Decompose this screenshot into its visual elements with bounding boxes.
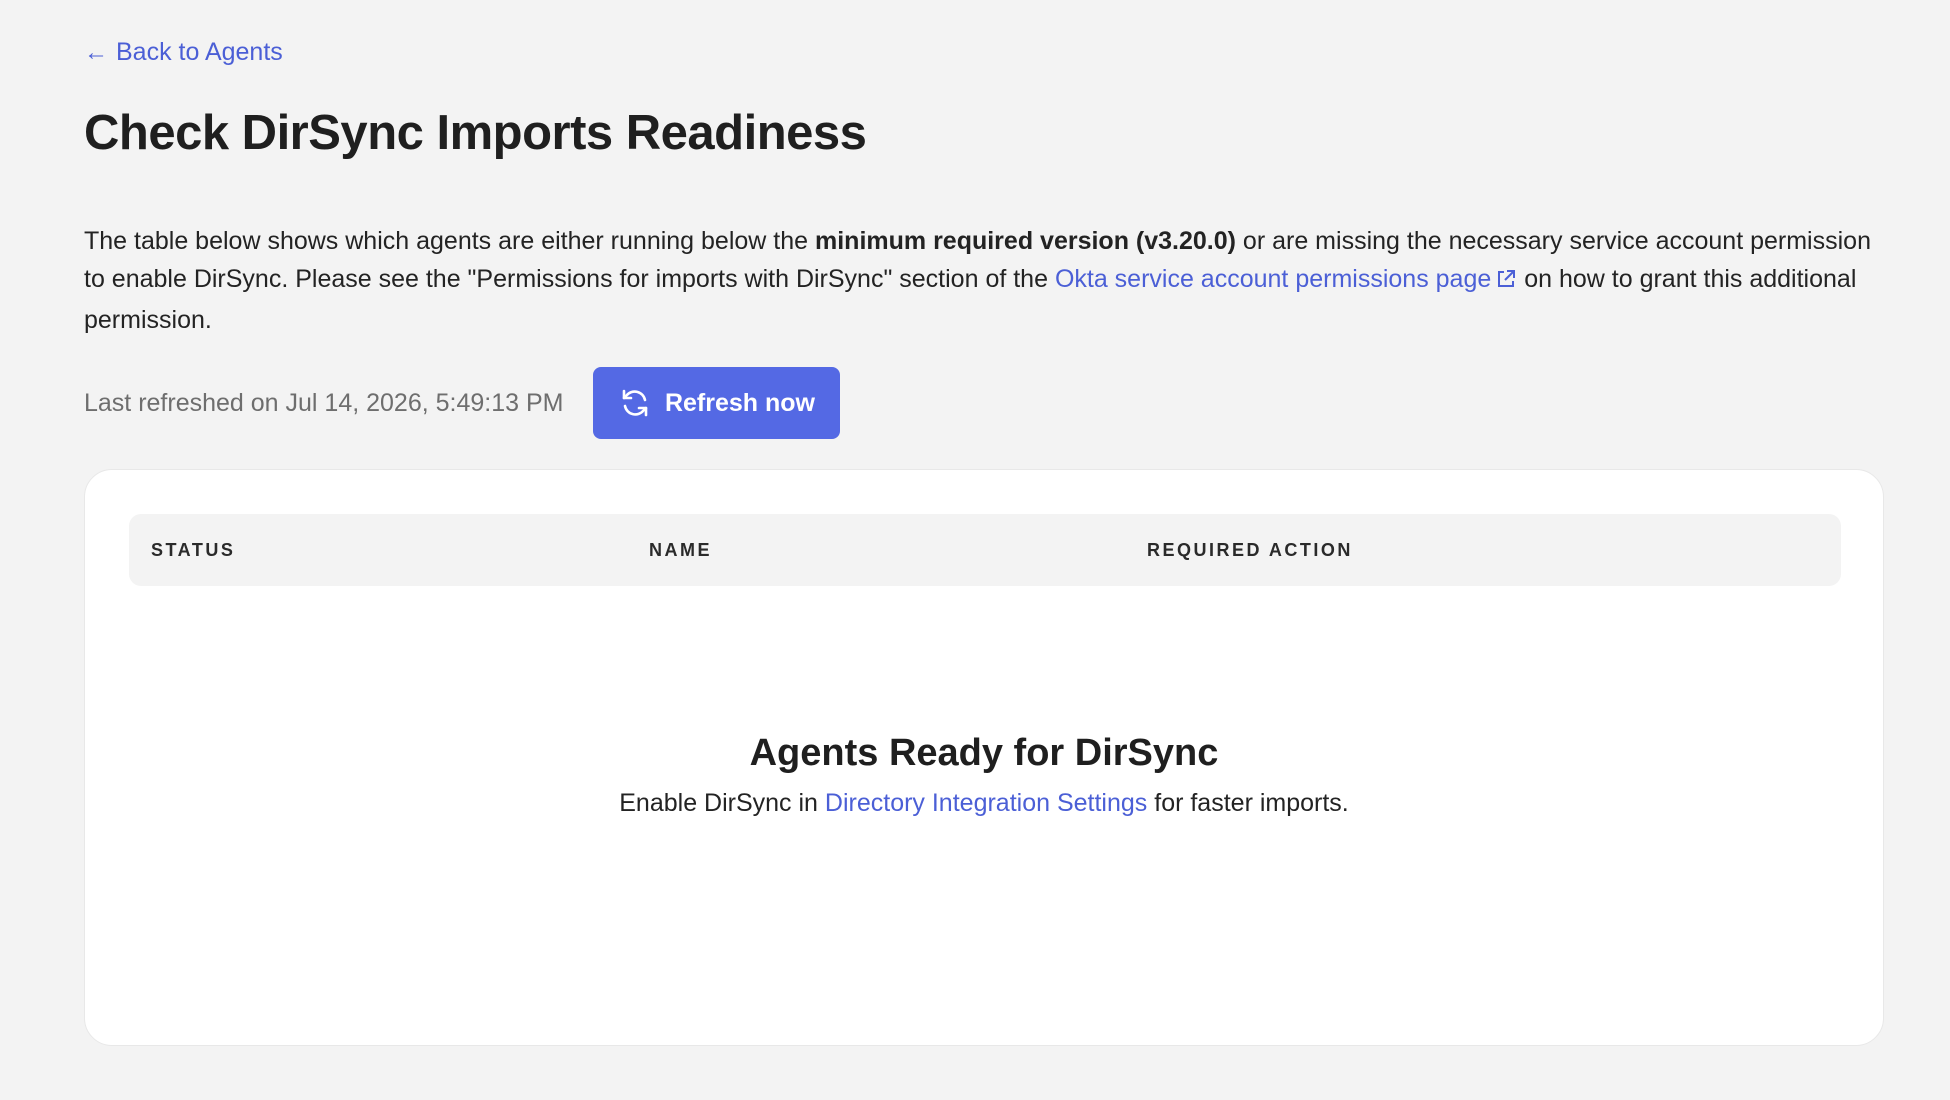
last-refreshed-text: Last refreshed on Jul 14, 2026, 5:49:13 … xyxy=(84,388,564,417)
refresh-now-button[interactable]: Refresh now xyxy=(593,367,841,439)
refresh-now-label: Refresh now xyxy=(664,388,815,417)
empty-state-text: Enable DirSync in Directory Integration … xyxy=(85,789,1883,818)
okta-permissions-link[interactable]: Okta service account permissions page xyxy=(1055,265,1517,293)
arrow-left-icon: ← xyxy=(84,38,108,66)
description-intro: The table below shows which agents are e… xyxy=(84,227,815,255)
empty-state-text-before: Enable DirSync in xyxy=(619,789,825,817)
column-header-status[interactable]: STATUS xyxy=(151,514,235,586)
okta-permissions-link-label: Okta service account permissions page xyxy=(1054,265,1492,293)
back-link-label: Back to Agents xyxy=(116,38,283,66)
back-to-agents-link[interactable]: ← Back to Agents xyxy=(84,38,283,67)
refresh-row: Last refreshed on Jul 14, 2026, 5:49:13 … xyxy=(84,367,841,439)
refresh-icon xyxy=(619,387,651,419)
page-description: The table below shows which agents are e… xyxy=(84,222,1874,339)
description-min-version: minimum required version (v3.20.0) xyxy=(815,227,1236,255)
table-header: STATUS NAME REQUIRED ACTION xyxy=(129,514,1841,586)
directory-integration-settings-link[interactable]: Directory Integration Settings xyxy=(825,789,1147,817)
empty-state-title: Agents Ready for DirSync xyxy=(749,732,1219,774)
page-title: Check DirSync Imports Readiness xyxy=(84,106,867,160)
column-header-required-action[interactable]: REQUIRED ACTION xyxy=(1147,514,1353,586)
empty-state-text-after: for faster imports. xyxy=(1147,789,1349,817)
agents-table-card: STATUS NAME REQUIRED ACTION Agents Ready… xyxy=(84,469,1884,1046)
external-link-icon xyxy=(1495,263,1517,301)
empty-state: Agents Ready for DirSync Enable DirSync … xyxy=(85,732,1883,818)
column-header-name[interactable]: NAME xyxy=(649,514,712,586)
